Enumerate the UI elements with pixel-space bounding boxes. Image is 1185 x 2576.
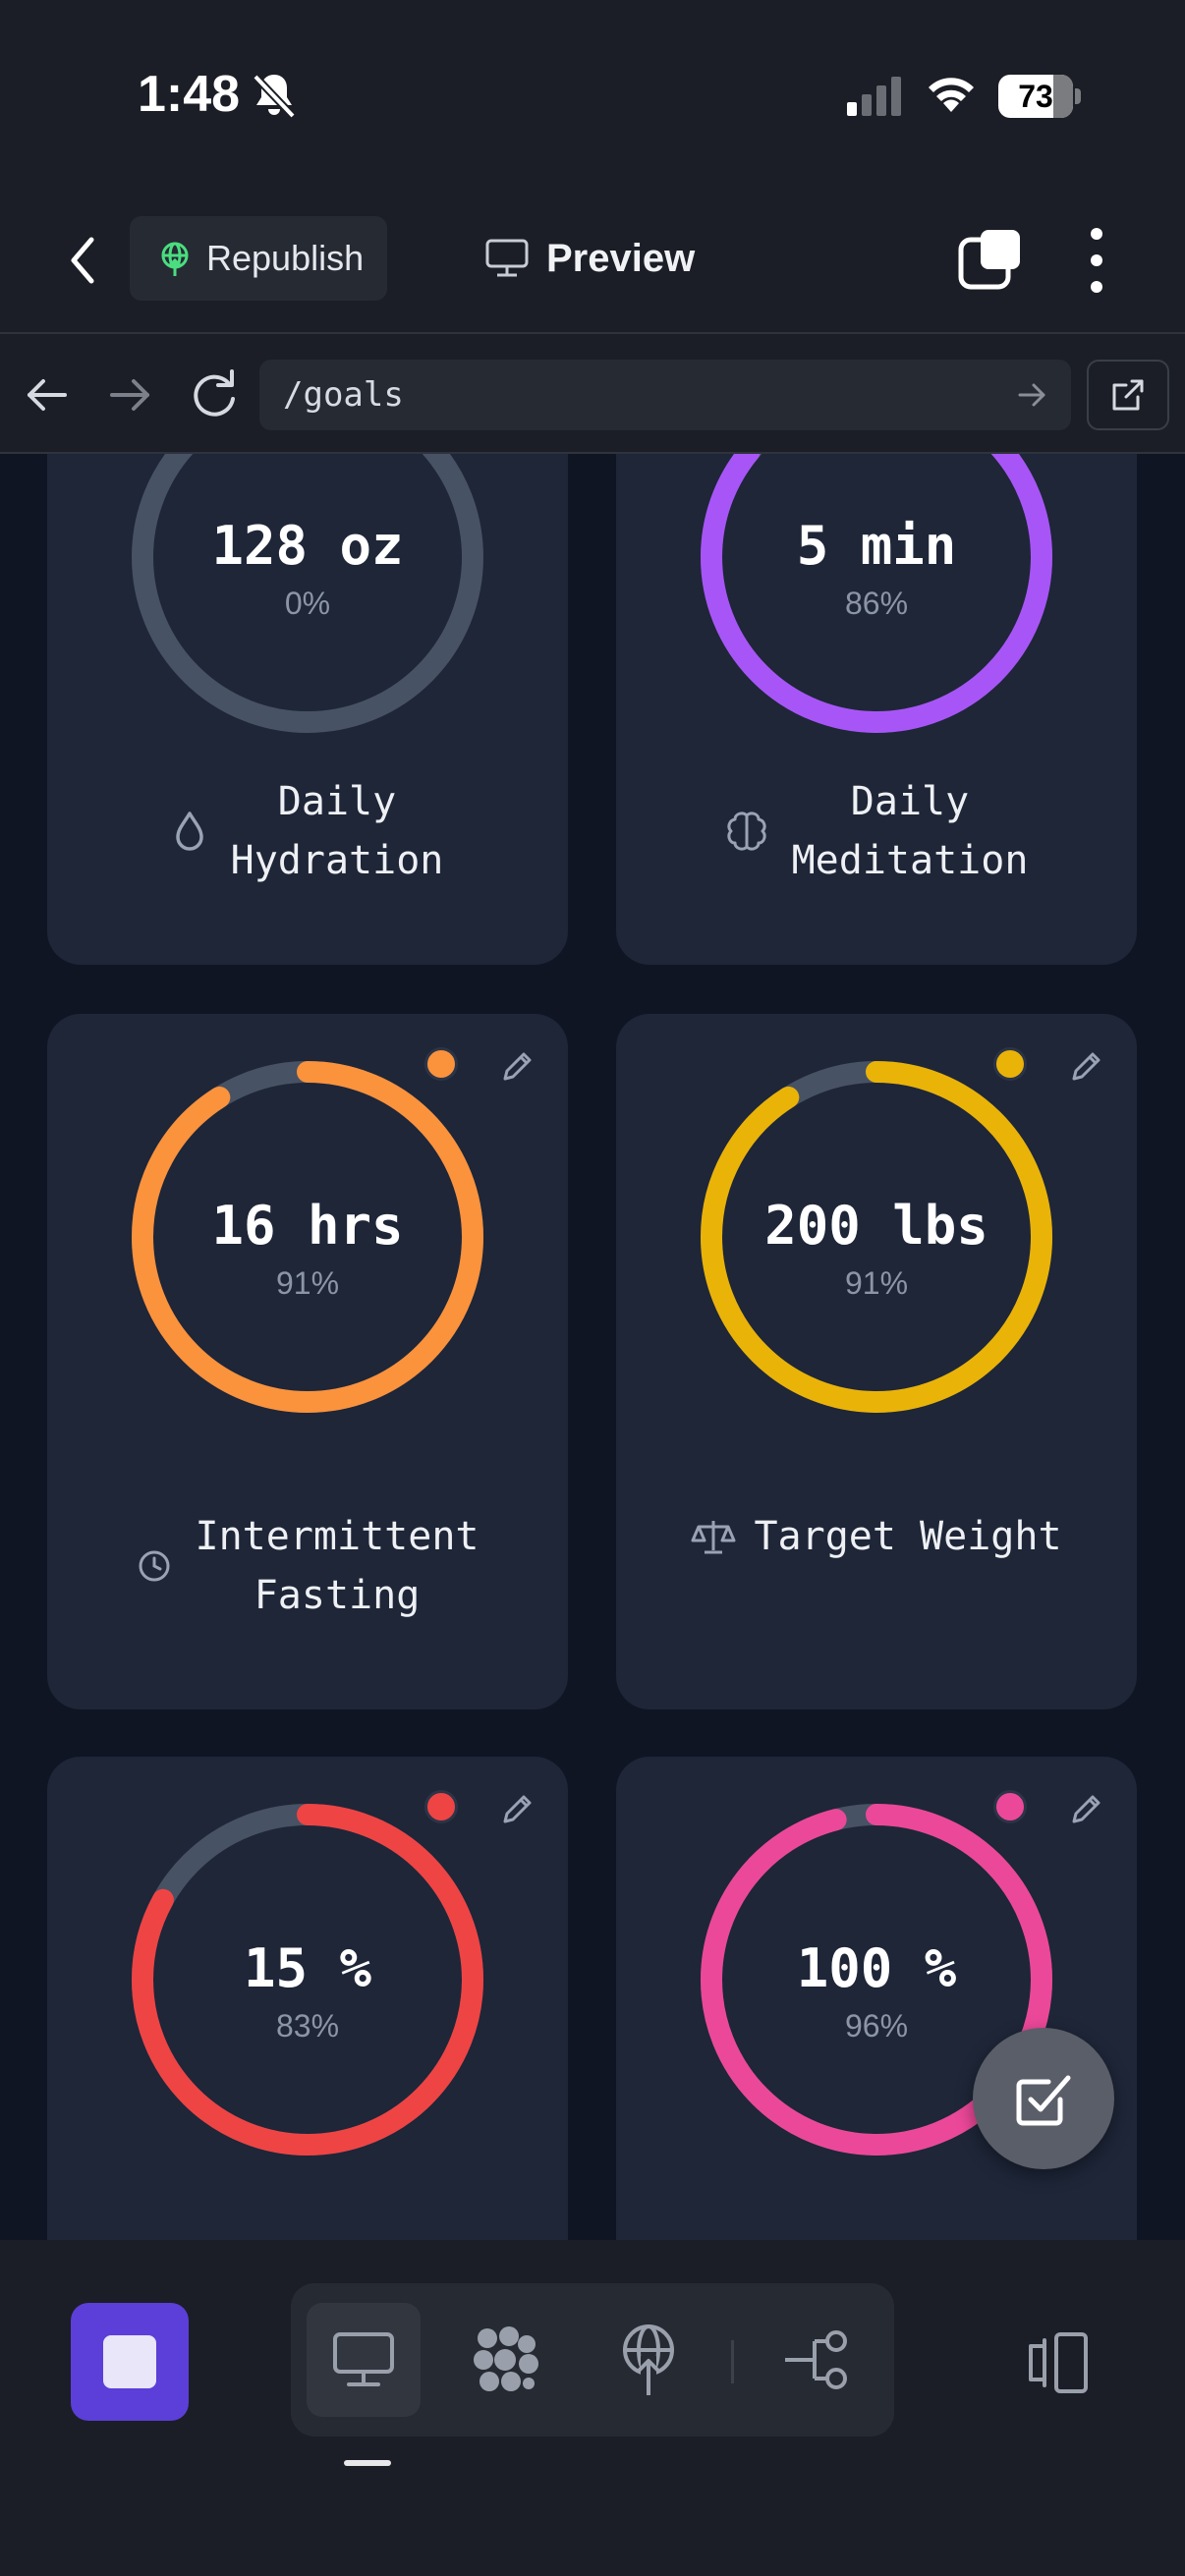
device-frame-button[interactable] [1016,2319,1095,2407]
goal-label: Intermittent Fasting [195,1514,480,1618]
goal-value: 15 % [243,1937,372,1999]
stop-button[interactable] [71,2303,189,2421]
go-arrow-icon[interactable] [1016,379,1049,411]
goal-label: Daily Hydration [230,779,444,883]
goal-label-row: Intermittent Fasting [47,1507,568,1625]
preview-button[interactable]: Preview [485,216,695,301]
goal-label-row: Daily Meditation [616,772,1137,890]
desktop-icon [333,2332,394,2386]
goal-label: Target Weight [754,1514,1062,1559]
goal-value: 100 % [796,1937,957,1999]
status-bar: 1:48 73 [0,0,1185,187]
goal-label: Daily Meditation [791,779,1029,883]
goal-percent: 83% [275,2008,340,2044]
monitor-icon [485,239,529,277]
goals-grid: 128 oz 0% Daily Hydration 5 min 86% Daily… [0,454,1185,2240]
goal-value: 128 oz [211,515,404,577]
stop-icon [103,2335,156,2388]
goal-value: 5 min [796,515,957,577]
bottom-toolbar [0,2240,1185,2576]
windows-button[interactable] [957,228,1026,293]
more-options-button[interactable] [1075,224,1118,297]
assets-tool[interactable] [450,2303,564,2417]
reload-button[interactable] [187,364,242,429]
goal-card-hydration[interactable]: 128 oz 0% Daily Hydration [47,454,568,965]
goal-label-row: Target Weight [616,1507,1137,1566]
bell-muted-icon [252,71,297,125]
mode-switcher [291,2283,894,2436]
globe-publish-icon [161,242,189,276]
home-indicator [344,2460,391,2466]
droplet-icon [175,812,203,851]
browser-back-button[interactable] [22,365,77,429]
goal-percent: 0% [284,586,331,621]
browser-toolbar: /goals [0,332,1185,454]
clock-icon [139,1550,169,1582]
checklist-fab-button[interactable] [973,2028,1114,2169]
republish-label: Republish [206,238,365,278]
external-link-icon [1112,379,1144,411]
pencil-icon[interactable] [1066,1047,1105,1087]
workflow-icon [785,2330,847,2389]
goal-value: 16 hrs [211,1195,404,1257]
arrow-right-icon [110,379,149,411]
goal-card-weight[interactable]: 200 lbs 91% Target Weight [616,1014,1137,1709]
publish-tool[interactable] [592,2303,705,2417]
goal-card-meditation[interactable]: 5 min 86% Daily Meditation [616,454,1137,965]
pencil-icon[interactable] [1066,1790,1105,1829]
pencil-icon[interactable] [497,1790,536,1829]
goal-card-body-fat[interactable]: 15 % 83% [47,1757,568,2240]
stacked-windows-icon [958,230,1020,290]
workflow-tool[interactable] [761,2303,875,2417]
battery-level: 73 [1018,78,1053,114]
url-text: /goals [283,375,404,415]
reload-icon [194,369,235,417]
wifi-icon [924,71,979,119]
goal-card-fasting[interactable]: 16 hrs 91% Intermittent Fasting [47,1014,568,1709]
republish-button[interactable]: Republish [130,216,387,301]
back-button[interactable] [55,226,110,295]
status-time: 1:48 [138,66,241,123]
goal-value: 200 lbs [764,1195,988,1257]
assets-icon [474,2326,538,2391]
goal-percent: 91% [844,1265,909,1301]
goal-percent: 86% [844,586,909,621]
battery-icon: 73 [998,75,1081,118]
url-input[interactable]: /goals [259,360,1071,430]
cellular-signal-icon [847,77,902,121]
toolbar-divider [731,2340,734,2383]
pencil-icon[interactable] [497,1047,536,1087]
arrow-left-icon [28,379,67,411]
browser-forward-button[interactable] [102,365,157,429]
publish-icon [623,2324,674,2397]
scale-icon [691,1521,736,1554]
app-header: Republish Preview [0,187,1185,334]
goal-percent: 91% [275,1265,340,1301]
open-external-button[interactable] [1087,360,1169,430]
preview-label: Preview [546,236,696,280]
chevron-left-icon [71,237,94,284]
goal-label-row: Daily Hydration [47,772,568,890]
desktop-preview-tool[interactable] [307,2303,421,2417]
brain-icon [727,812,766,851]
checkbox-icon [1016,2075,1071,2126]
kebab-menu-icon [1091,228,1102,293]
device-toggle-icon [1029,2332,1088,2393]
